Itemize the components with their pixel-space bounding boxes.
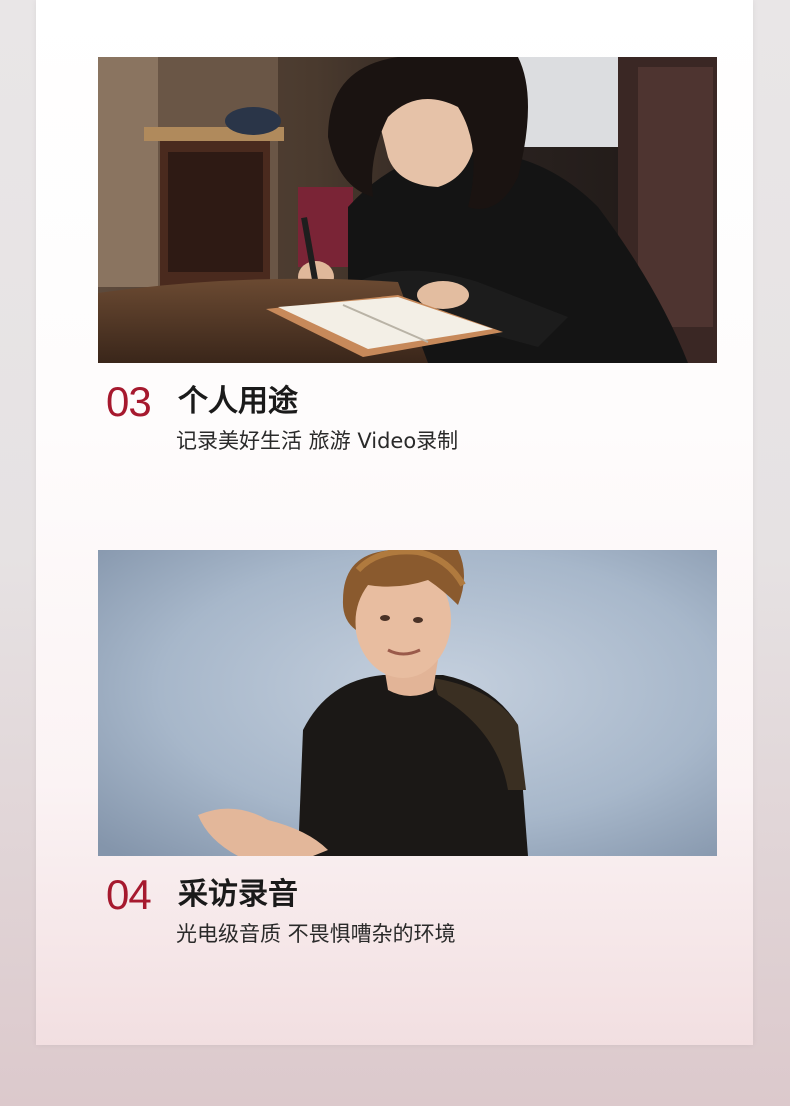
- section-title: 采访录音: [178, 877, 298, 912]
- man-interview-photo: [98, 550, 717, 856]
- section-number: 03: [106, 378, 152, 425]
- woman-writing-photo: [98, 57, 717, 363]
- section-description: 光电级音质 不畏惧嘈杂的环境: [176, 922, 456, 946]
- section-description: 记录美好生活 旅游 Video录制: [176, 429, 459, 453]
- section-number: 04: [106, 871, 152, 918]
- section-title: 个人用途: [178, 384, 298, 419]
